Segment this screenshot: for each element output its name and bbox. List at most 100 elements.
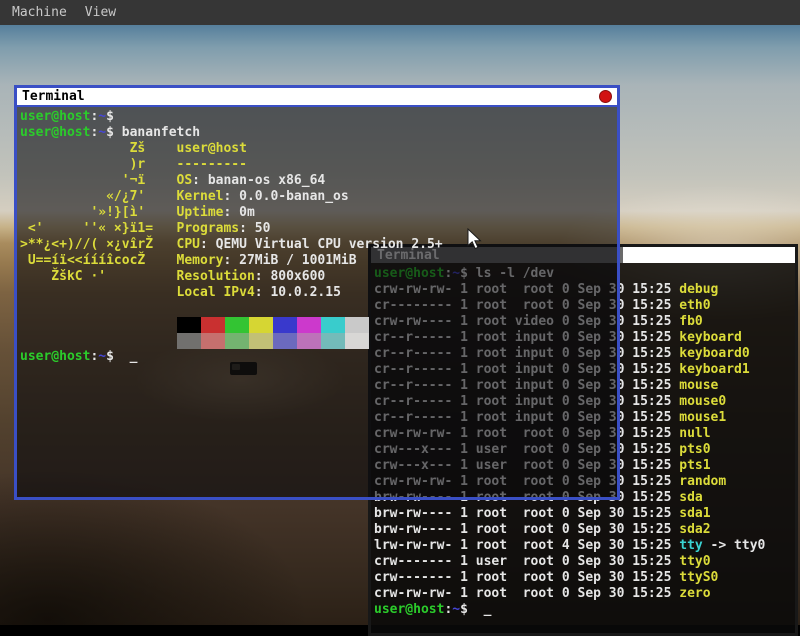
fetch-line: '»!}[ì'Uptime: 0m — [20, 205, 617, 221]
terminal-text: 27MiB / 1001MiB — [239, 253, 356, 268]
terminal-text: bananfetch — [122, 125, 200, 140]
file-name: sda1 — [679, 506, 710, 521]
file-line: brw-rw---- 1 root root 0 Sep 30 15:25 sd… — [374, 506, 795, 522]
fetch-line: )r --------- — [20, 157, 617, 173]
terminal-text: --------- — [177, 157, 247, 172]
blank-line — [20, 301, 617, 317]
terminal-text: U==íï<<íííîcocŽ — [20, 253, 153, 268]
file-name: fb0 — [679, 314, 702, 329]
palette-swatch — [273, 333, 297, 349]
palette-swatch — [345, 317, 369, 333]
terminal-text: banan-os x86_64 — [208, 173, 325, 188]
terminal-text: CPU — [177, 237, 200, 252]
fetch-line: Zšuser@host — [20, 141, 617, 157]
file-name: null — [679, 426, 710, 441]
file-line: lrw-rw-rw- 1 root root 4 Sep 30 15:25 tt… — [374, 538, 795, 554]
terminal-text — [476, 602, 484, 617]
palette-swatch — [273, 317, 297, 333]
terminal-text: Programs — [177, 221, 240, 236]
terminal-text: ~ — [98, 125, 106, 140]
fetch-line: U==íï<<íííîcocŽ Memory: 27MiB / 1001MiB — [20, 253, 617, 269]
file-name: tty0 — [679, 554, 710, 569]
terminal-text: : — [239, 221, 255, 236]
palette-swatch — [201, 333, 225, 349]
terminal-text: ~ — [98, 349, 106, 364]
palette-swatch — [225, 333, 249, 349]
terminal-text: )r — [20, 157, 153, 172]
terminal-text: Zš — [20, 141, 153, 156]
terminal-text: : — [255, 285, 271, 300]
file-name: sda2 — [679, 522, 710, 537]
file-line: crw------- 1 root root 0 Sep 30 15:25 tt… — [374, 570, 795, 586]
file-name: sda — [679, 490, 702, 505]
palette-swatch — [225, 317, 249, 333]
mouse-cursor-icon — [467, 228, 484, 255]
terminal-text: Uptime — [177, 205, 224, 220]
terminal-text: user@host — [20, 125, 90, 140]
prompt-line: user@host:~$ _ — [20, 349, 617, 365]
terminal-text: brw-rw---- 1 root root 0 Sep 30 15:25 — [374, 522, 679, 537]
terminal-text: 800x600 — [270, 269, 325, 284]
palette-row — [20, 317, 617, 333]
text-cursor: _ — [484, 602, 492, 617]
palette-swatch — [297, 333, 321, 349]
menu-item-view[interactable]: View — [85, 5, 116, 20]
terminal-text: : — [200, 237, 216, 252]
terminal-text: : — [223, 189, 239, 204]
terminal-text: ~ — [452, 602, 460, 617]
prompt-line: user@host:~$ _ — [374, 602, 795, 618]
file-line: crw-rw-rw- 1 root root 0 Sep 30 15:25 ze… — [374, 586, 795, 602]
fetch-line: '¬ï OS: banan-os x86_64 — [20, 173, 617, 189]
palette-swatch — [297, 317, 321, 333]
file-name: mouse — [679, 378, 718, 393]
terminal-text: : — [255, 269, 271, 284]
file-name: tty — [679, 538, 702, 553]
terminal-text: Memory — [177, 253, 224, 268]
terminal-text: ~ — [98, 109, 106, 124]
fetch-line: <' ''« ×}ï1=Programs: 50 — [20, 221, 617, 237]
terminal-text: «/¿7' — [20, 189, 153, 204]
terminal-front-titlebar[interactable]: Terminal — [17, 88, 617, 107]
terminal-text: $ — [460, 602, 476, 617]
file-name: zero — [679, 586, 710, 601]
terminal-text: crw------- 1 root root 0 Sep 30 15:25 — [374, 570, 679, 585]
file-name: keyboard0 — [679, 346, 749, 361]
palette-swatch — [249, 333, 273, 349]
file-name: eth0 — [679, 298, 710, 313]
terminal-window-front: Terminal user@host:~$ user@host:~$ banan… — [14, 85, 620, 500]
palette-row — [20, 333, 617, 349]
terminal-text: 0.0.0-banan_os — [239, 189, 349, 204]
terminal-text: ŽškC ·' — [20, 269, 153, 284]
terminal-text: -> tty0 — [703, 538, 766, 553]
palette-swatch — [249, 317, 273, 333]
fetch-line: ŽškC ·'Resolution: 800x600 — [20, 269, 617, 285]
terminal-front-content[interactable]: user@host:~$ user@host:~$ bananfetch Zšu… — [17, 107, 617, 497]
terminal-text: '¬ï — [20, 173, 153, 188]
text-cursor: _ — [130, 349, 138, 364]
prompt-line: user@host:~$ — [20, 109, 617, 125]
terminal-text: QEMU Virtual CPU version 2.5+ — [216, 237, 443, 252]
file-name: mouse0 — [679, 394, 726, 409]
terminal-text: : — [223, 205, 239, 220]
file-name: pts1 — [679, 458, 710, 473]
terminal-text: user@host — [20, 109, 90, 124]
file-name: random — [679, 474, 726, 489]
terminal-text: crw-rw-rw- 1 root root 0 Sep 30 15:25 — [374, 586, 679, 601]
palette-swatch — [345, 333, 369, 349]
terminal-text: : — [192, 173, 208, 188]
fetch-line: «/¿7'Kernel: 0.0.0-banan_os — [20, 189, 617, 205]
file-name: mouse1 — [679, 410, 726, 425]
terminal-text: $ — [106, 109, 122, 124]
file-line: crw------- 1 user root 0 Sep 30 15:25 tt… — [374, 554, 795, 570]
file-name: keyboard — [679, 330, 742, 345]
window-title: Terminal — [22, 89, 85, 104]
terminal-text: lrw-rw-rw- 1 root root 4 Sep 30 15:25 — [374, 538, 679, 553]
terminal-text: : — [223, 253, 239, 268]
menu-item-machine[interactable]: Machine — [12, 5, 67, 20]
file-name: keyboard1 — [679, 362, 749, 377]
close-button[interactable] — [599, 90, 612, 103]
palette-swatch — [321, 333, 345, 349]
terminal-text: OS — [177, 173, 193, 188]
fetch-line: Local IPv4: 10.0.2.15 — [20, 285, 617, 301]
terminal-text: '»!}[ì' — [20, 205, 153, 220]
